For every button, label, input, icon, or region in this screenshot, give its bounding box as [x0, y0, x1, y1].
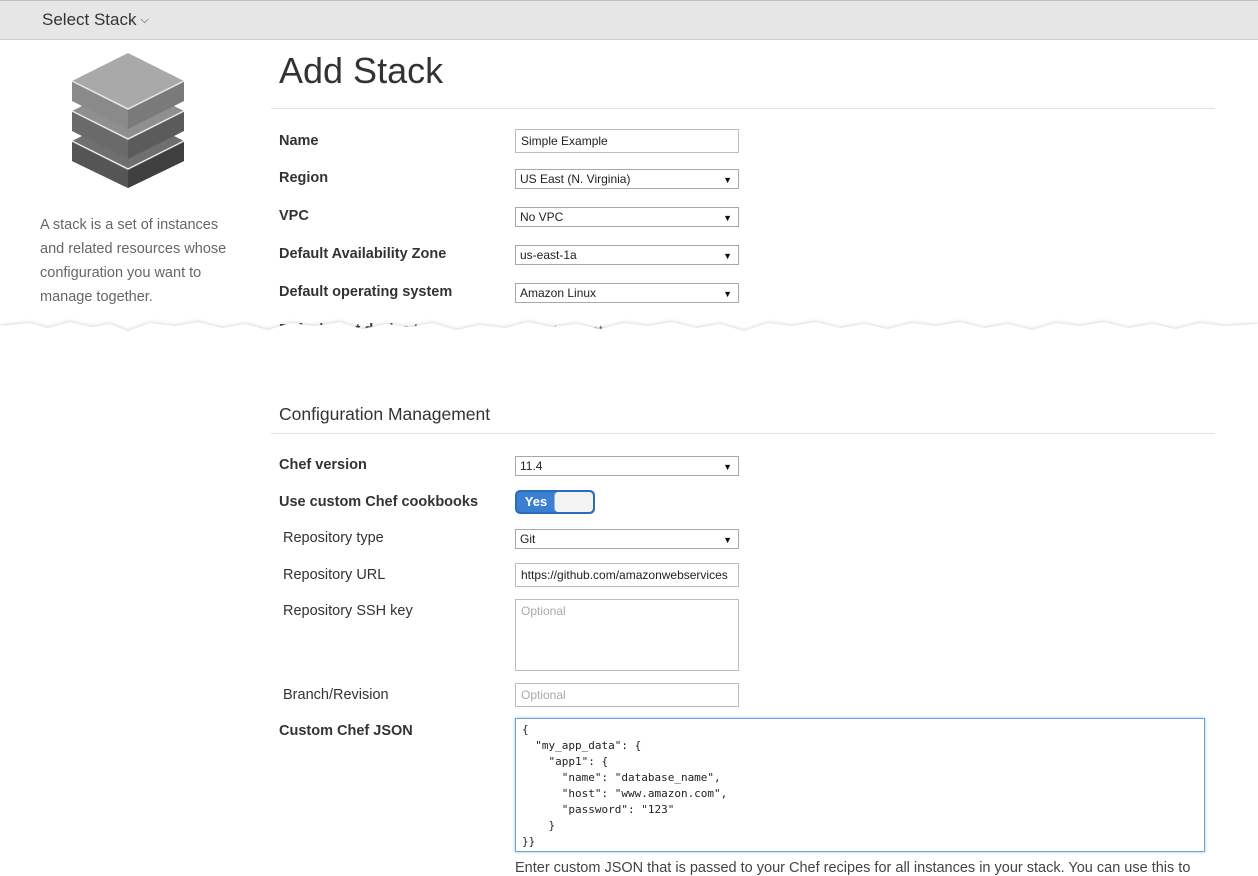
- json-line: "name": "database_name",: [522, 770, 1198, 786]
- vpc-select[interactable]: No VPC ▼: [515, 207, 739, 227]
- vpc-value: No VPC: [520, 210, 563, 224]
- top-bar: Select Stack ⌵: [0, 0, 1258, 40]
- chef-version-select[interactable]: 11.4 ▼: [515, 456, 739, 476]
- dropdown-arrow-icon: ▼: [723, 249, 732, 263]
- stack-description: A stack is a set of instances and relate…: [40, 213, 240, 309]
- region-label: Region: [279, 170, 328, 186]
- repository-url-label: Repository URL: [283, 567, 385, 583]
- select-stack-label: Select Stack: [42, 10, 137, 29]
- availability-zone-value: us-east-1a: [520, 248, 577, 262]
- repository-ssh-key-textarea[interactable]: Optional: [515, 599, 739, 671]
- name-input[interactable]: Simple Example: [515, 129, 739, 153]
- operating-system-value: Amazon Linux: [520, 286, 596, 300]
- chef-version-label: Chef version: [279, 457, 367, 473]
- region-value: US East (N. Virginia): [520, 172, 630, 186]
- branch-revision-label: Branch/Revision: [283, 687, 389, 703]
- page-title: Add Stack: [279, 50, 443, 92]
- json-line: "password": "123": [522, 802, 1198, 818]
- custom-cookbooks-toggle[interactable]: Yes: [515, 490, 595, 514]
- toggle-knob: [554, 492, 593, 512]
- json-line: }: [522, 818, 1198, 834]
- operating-system-select[interactable]: Amazon Linux ▼: [515, 283, 739, 303]
- dropdown-arrow-icon: ▼: [723, 173, 732, 187]
- operating-system-label: Default operating system: [279, 284, 452, 300]
- json-line: {: [522, 722, 1198, 738]
- dropdown-arrow-icon: ▼: [723, 460, 732, 474]
- config-management-title: Configuration Management: [279, 404, 490, 425]
- stack-layers-icon: [62, 45, 194, 190]
- json-line: "host": "www.amazon.com",: [522, 786, 1198, 802]
- vpc-label: VPC: [279, 208, 309, 224]
- repository-type-select[interactable]: Git ▼: [515, 529, 739, 549]
- dropdown-arrow-icon: ▼: [723, 533, 732, 547]
- dropdown-arrow-icon: ▼: [723, 211, 732, 225]
- chevron-down-icon: ⌵: [141, 14, 149, 26]
- availability-zone-label: Default Availability Zone: [279, 246, 446, 262]
- toggle-yes-label: Yes: [517, 492, 555, 512]
- repository-ssh-key-label: Repository SSH key: [283, 603, 413, 619]
- torn-edge-divider: [0, 314, 1258, 360]
- title-divider: [271, 108, 1215, 109]
- custom-json-editor[interactable]: { "my_app_data": { "app1": { "name": "da…: [515, 718, 1205, 852]
- availability-zone-select[interactable]: us-east-1a ▼: [515, 245, 739, 265]
- json-line: "my_app_data": {: [522, 738, 1198, 754]
- custom-cookbooks-label: Use custom Chef cookbooks: [279, 494, 478, 510]
- repository-type-label: Repository type: [283, 530, 384, 546]
- region-select[interactable]: US East (N. Virginia) ▼: [515, 169, 739, 189]
- custom-json-help-text: Enter custom JSON that is passed to your…: [515, 860, 1190, 876]
- json-line: }}: [522, 834, 1198, 850]
- name-label: Name: [279, 133, 319, 149]
- chef-version-value: 11.4: [520, 459, 542, 473]
- select-stack-menu[interactable]: Select Stack ⌵: [42, 10, 149, 30]
- branch-revision-input[interactable]: Optional: [515, 683, 739, 707]
- section-divider: [271, 433, 1215, 434]
- dropdown-arrow-icon: ▼: [723, 287, 732, 301]
- repository-type-value: Git: [520, 532, 535, 546]
- json-line: "app1": {: [522, 754, 1198, 770]
- custom-json-label: Custom Chef JSON: [279, 723, 413, 739]
- repository-url-input[interactable]: https://github.com/amazonwebservices: [515, 563, 739, 587]
